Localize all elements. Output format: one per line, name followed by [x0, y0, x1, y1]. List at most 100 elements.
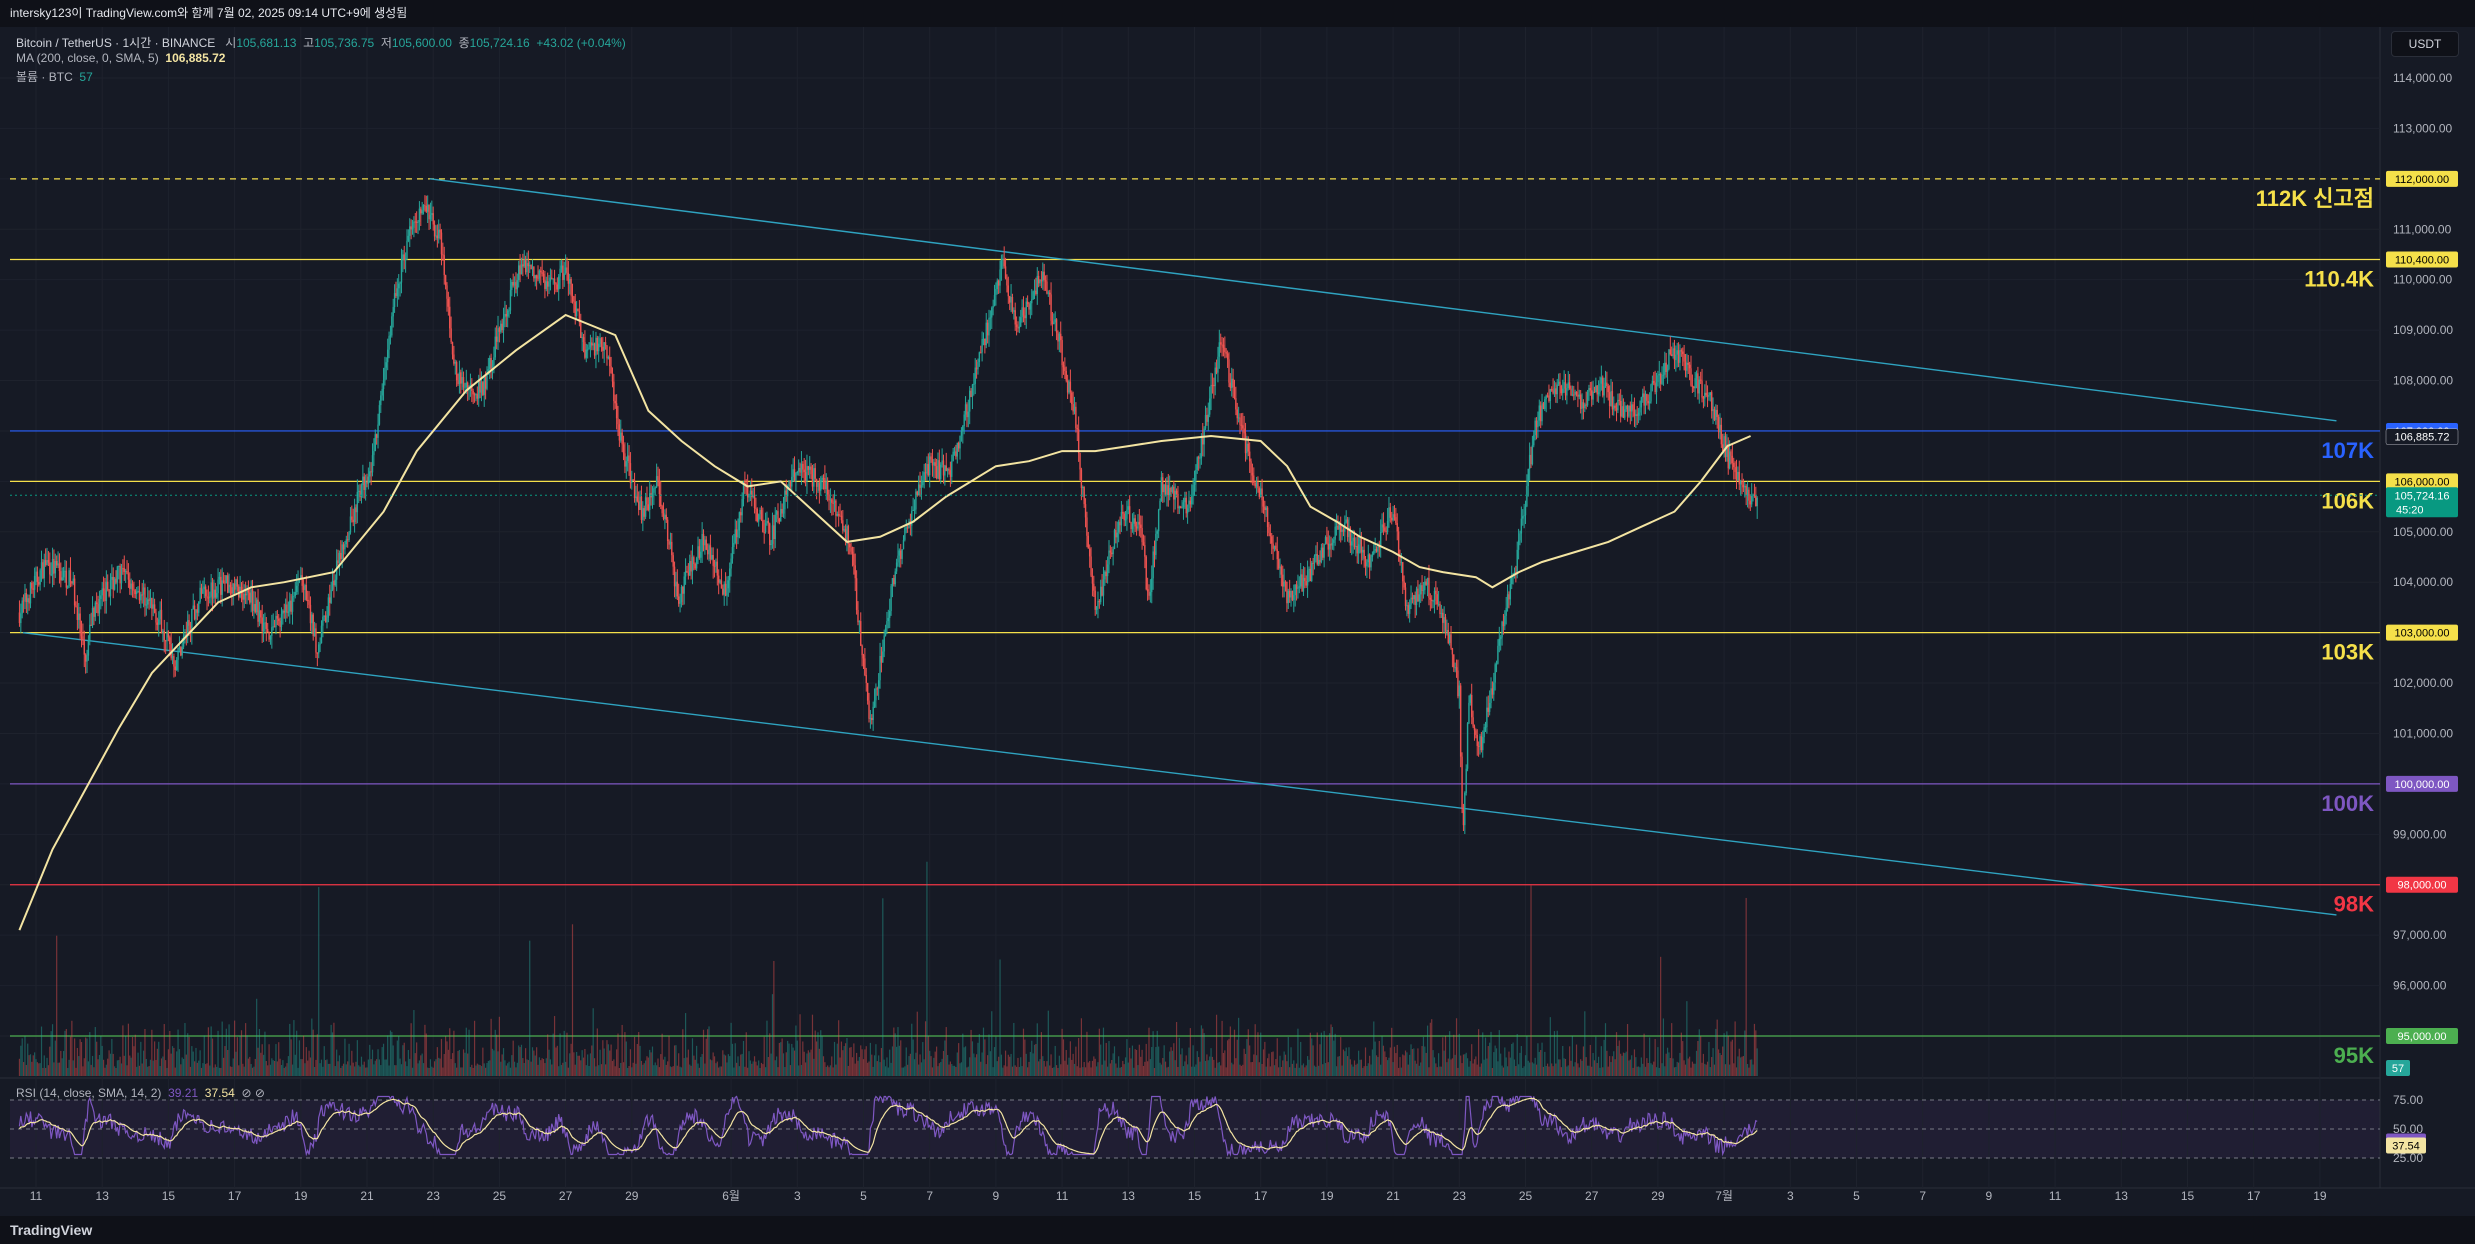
candle-body	[18, 612, 21, 624]
volume-bar	[1118, 1056, 1120, 1076]
candle-body	[1702, 397, 1705, 399]
level-price-label: 98,000.00	[2398, 880, 2447, 892]
visibility-off-icon[interactable]: ⊘ ⊘	[241, 1086, 264, 1100]
candle-body	[447, 298, 450, 307]
volume-bar	[1250, 1062, 1252, 1076]
volume-bar	[998, 1056, 1000, 1076]
volume-bar	[148, 1066, 150, 1076]
volume-bar	[1145, 1043, 1147, 1076]
volume-bar	[381, 1047, 383, 1076]
volume-bar	[1282, 1060, 1284, 1076]
volume-bar	[1098, 1028, 1100, 1076]
candle-body	[1579, 394, 1582, 409]
candle-body	[551, 277, 553, 279]
candle-body	[1370, 557, 1372, 568]
candle-body	[1128, 506, 1131, 523]
volume-bar	[712, 1052, 714, 1076]
volume-bar	[268, 1044, 270, 1076]
ma-label[interactable]: MA (200, close, 0, SMA, 5)	[16, 51, 159, 65]
candle-body	[1693, 386, 1695, 389]
candle-body	[425, 205, 428, 212]
candle-body	[727, 580, 730, 589]
volume-bar	[20, 1045, 22, 1076]
rsi-label[interactable]: RSI (14, close, SMA, 14, 2)	[16, 1086, 161, 1100]
candle-body	[887, 617, 890, 622]
volume-bar	[118, 1060, 120, 1076]
candle-body	[1597, 392, 1600, 395]
candle-body	[318, 644, 320, 654]
volume-bar	[970, 1029, 972, 1076]
candle-body	[104, 590, 106, 602]
x-tick-label: 25	[493, 1189, 507, 1203]
volume-bar	[1541, 1042, 1543, 1076]
volume-bar	[1218, 1061, 1220, 1076]
candle-body	[287, 611, 290, 613]
volume-bar	[1672, 1058, 1674, 1076]
volume-bar	[1395, 1053, 1397, 1076]
candle-body	[1257, 482, 1259, 489]
volume-label[interactable]: 볼륨 · BTC	[16, 70, 73, 84]
candle-body	[1367, 554, 1369, 563]
candle-body	[479, 379, 481, 393]
candle-body	[661, 506, 663, 514]
volume-bar	[1443, 1050, 1445, 1076]
candle-body	[1744, 485, 1746, 488]
volume-bar	[1490, 1031, 1492, 1076]
volume-bar	[1011, 1066, 1014, 1076]
ma-legend[interactable]: MA (200, close, 0, SMA, 5) 106,885.72	[16, 51, 225, 65]
symbol-description[interactable]: Bitcoin / TetherUS · 1시간 · BINANCE	[16, 36, 215, 50]
candle-body	[235, 579, 237, 590]
candle-body	[1679, 350, 1681, 363]
candle-body	[1283, 581, 1285, 587]
volume-bar	[170, 1053, 172, 1076]
volume-bar	[1064, 1060, 1066, 1076]
candle-body	[406, 240, 408, 259]
candle-body	[1653, 380, 1655, 384]
candle-body	[101, 588, 103, 596]
candle-body	[1539, 405, 1542, 422]
candle-body	[868, 700, 870, 719]
ohlc-legend[interactable]: Bitcoin / TetherUS · 1시간 · BINANCE 시105,…	[16, 34, 626, 51]
volume-bar	[595, 1066, 597, 1076]
volume-bar	[1240, 1065, 1242, 1076]
volume-bar	[1614, 1059, 1616, 1076]
candle-body	[138, 591, 141, 601]
candle-body	[1046, 281, 1048, 294]
volume-bar	[1450, 1059, 1452, 1076]
candle-body	[28, 598, 30, 604]
low-value: 105,600.00	[391, 36, 452, 50]
candle-body	[1406, 605, 1408, 607]
x-tick-label: 19	[2313, 1189, 2327, 1203]
candle-body	[1075, 406, 1077, 429]
volume-bar	[531, 1047, 534, 1076]
volume-bar	[1385, 1057, 1387, 1076]
volume-bar	[1101, 1064, 1103, 1076]
candle-body	[1428, 577, 1430, 598]
rsi-legend[interactable]: RSI (14, close, SMA, 14, 2) 39.21 37.54 …	[16, 1086, 265, 1100]
volume-bar	[1044, 1066, 1047, 1076]
volume-bar	[1562, 1045, 1564, 1076]
x-tick-label: 19	[1320, 1189, 1334, 1203]
candle-body	[915, 491, 917, 510]
volume-bar	[1455, 1018, 1458, 1076]
volume-bar	[610, 1044, 612, 1076]
volume-bar	[1386, 1060, 1389, 1076]
volume-bar	[1050, 1054, 1052, 1076]
currency-button[interactable]: USDT	[2391, 31, 2459, 57]
candle-body	[545, 281, 547, 289]
price-chart[interactable]: 95,000.0096,000.0097,000.0098,000.0099,0…	[0, 0, 2475, 1244]
candle-body	[506, 310, 509, 317]
volume-legend[interactable]: 볼륨 · BTC 57	[16, 68, 93, 85]
volume-bar	[1087, 1062, 1089, 1076]
volume-bar	[551, 1064, 553, 1076]
candle-body	[1646, 393, 1648, 401]
candle-body	[620, 432, 622, 441]
candle-body	[1650, 384, 1652, 402]
volume-bar	[478, 1064, 480, 1076]
tradingview-logo[interactable]: TradingView	[0, 1222, 92, 1238]
volume-bar	[664, 1056, 666, 1076]
volume-bar	[498, 1016, 500, 1076]
volume-bar	[399, 1058, 401, 1076]
volume-bar	[1735, 1067, 1738, 1076]
candle-body	[967, 411, 970, 418]
